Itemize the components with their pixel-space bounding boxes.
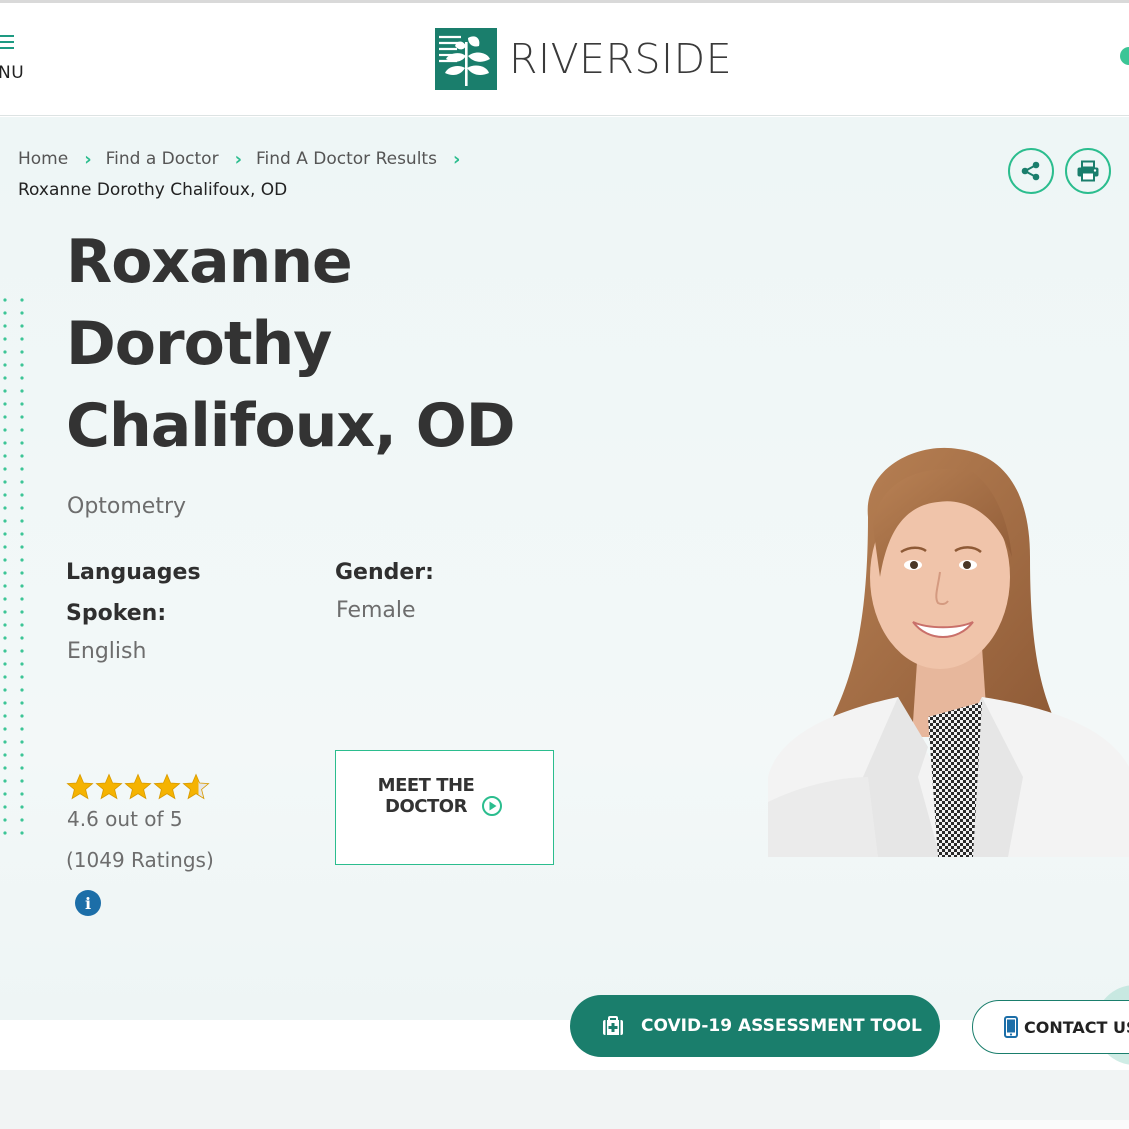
chevron-right-icon: › — [234, 149, 242, 170]
languages-label: Languages Spoken: — [66, 560, 201, 626]
contact-us-label: CONTACT US — [1024, 1017, 1129, 1037]
languages-value: English — [67, 639, 147, 664]
hamburger-icon — [0, 35, 14, 49]
rating-text: 4.6 out of 5 — [67, 807, 183, 831]
breadcrumb: Home › Find a Doctor › Find A Doctor Res… — [18, 144, 474, 206]
menu-label: NU — [0, 63, 25, 83]
breadcrumb-find-a-doctor[interactable]: Find a Doctor — [106, 144, 219, 175]
meet-the-doctor-label: Meet the Doctor — [377, 775, 475, 817]
play-circle-icon — [482, 796, 502, 816]
covid-assessment-label: COVID-19 ASSESSMENT TOOL — [641, 1016, 922, 1036]
star-icon — [95, 773, 123, 800]
doctor-name-line: Dorothy — [66, 309, 332, 379]
riverside-logo — [435, 28, 497, 90]
info-icon[interactable]: i — [75, 890, 101, 916]
star-icon — [124, 773, 152, 800]
decorative-dot-pattern — [2, 297, 24, 837]
breadcrumb-current: Roxanne Dorothy Chalifoux, OD — [18, 180, 288, 200]
covid-assessment-button[interactable]: COVID-19 ASSESSMENT TOOL — [570, 995, 940, 1057]
star-icon — [153, 773, 181, 800]
content-divider — [0, 1020, 1129, 1070]
brand-name: RIVERSIDE — [509, 35, 733, 83]
medical-kit-icon — [603, 1016, 623, 1035]
site-header: NU RIVERSIDE — [0, 3, 1129, 116]
phone-icon — [1004, 1016, 1018, 1038]
gender-label: Gender: — [335, 560, 434, 585]
star-icon — [182, 773, 210, 800]
menu-button[interactable]: NU — [0, 33, 40, 89]
riverside-logo-link[interactable]: RIVERSIDE — [435, 28, 732, 90]
print-button[interactable] — [1065, 148, 1111, 194]
doctor-name: Roxanne Dorothy Chalifoux, OD — [66, 221, 526, 467]
gender-value: Female — [336, 598, 416, 623]
share-icon — [1021, 161, 1040, 181]
share-button[interactable] — [1008, 148, 1054, 194]
chevron-right-icon: › — [84, 149, 92, 170]
doctor-hero: Home › Find a Doctor › Find A Doctor Res… — [0, 117, 1129, 1020]
doctor-specialty: Optometry — [67, 494, 187, 519]
star-icon — [66, 773, 94, 800]
meet-the-doctor-button[interactable]: Meet the Doctor — [335, 750, 554, 865]
header-action-icon[interactable] — [1120, 47, 1129, 65]
doctor-name-line: Chalifoux, OD — [66, 391, 516, 461]
chevron-right-icon: › — [452, 149, 461, 170]
breadcrumb-home[interactable]: Home — [18, 144, 68, 175]
doctor-photo — [768, 447, 1129, 857]
rating-count: (1049 Ratings) — [66, 848, 214, 872]
print-icon — [1077, 160, 1099, 182]
doctor-name-line: Roxanne — [66, 227, 353, 297]
contact-us-button[interactable]: CONTACT US — [972, 1000, 1129, 1054]
breadcrumb-find-a-doctor-results[interactable]: Find A Doctor Results — [256, 144, 437, 175]
star-rating — [66, 773, 211, 801]
next-section-card — [880, 1120, 1129, 1129]
